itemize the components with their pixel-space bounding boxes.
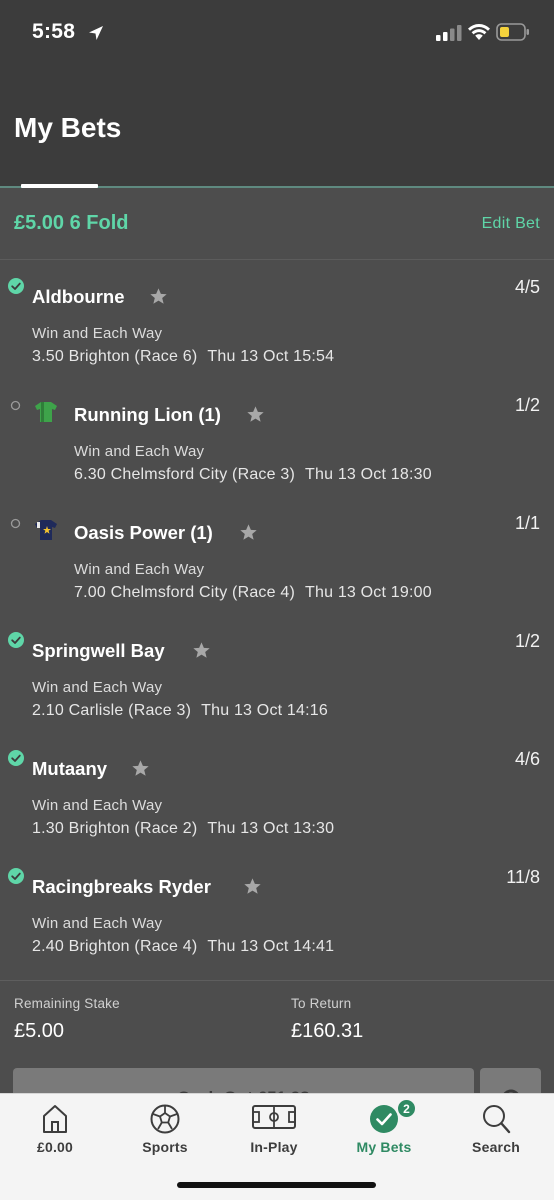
event-name: 2.40 Brighton (Race 4) bbox=[32, 938, 198, 955]
selection-odds: 4/5 bbox=[514, 277, 540, 297]
selection-market: Win and Each Way bbox=[74, 561, 205, 578]
remaining-stake-value: £5.00 bbox=[14, 1020, 65, 1042]
selection-item: Mutaany 4/6 Win and Each Way 1.30 Bright… bbox=[0, 732, 554, 850]
bet-title: £5.00 6 Fold bbox=[14, 212, 129, 234]
selection-event: 1.30 Brighton (Race 2) Thu 13 Oct 13:30 bbox=[32, 820, 334, 838]
event-time: Thu 13 Oct 19:00 bbox=[305, 584, 432, 601]
selection-odds: 11/8 bbox=[506, 867, 540, 887]
green-silk-icon bbox=[35, 402, 57, 422]
selection-odds: 1/1 bbox=[514, 513, 540, 533]
nav-in-play[interactable]: In-Play bbox=[219, 1094, 329, 1164]
nav-label: In-Play bbox=[250, 1139, 298, 1155]
won-check-icon bbox=[8, 278, 24, 294]
pending-circle-icon bbox=[10, 518, 21, 529]
star-icon[interactable] bbox=[131, 759, 150, 778]
nav-sports[interactable]: Sports bbox=[110, 1094, 220, 1164]
selection-market: Win and Each Way bbox=[32, 797, 163, 814]
selection-event: 6.30 Chelmsford City (Race 3) Thu 13 Oct … bbox=[74, 466, 432, 484]
to-return-label: To Return bbox=[291, 996, 352, 1011]
nav-label: My Bets bbox=[356, 1139, 412, 1155]
selection-name: Oasis Power (1) bbox=[74, 522, 213, 543]
selection-odds: 4/6 bbox=[514, 749, 540, 769]
app-header: 5:58 My Bets bbox=[0, 0, 554, 188]
location-arrow-icon bbox=[89, 26, 103, 40]
selection-odds: 1/2 bbox=[514, 395, 540, 415]
edit-bet-button[interactable]: Edit Bet bbox=[482, 215, 540, 233]
won-check-icon bbox=[8, 632, 24, 648]
selection-name: Springwell Bay bbox=[32, 640, 165, 661]
star-icon[interactable] bbox=[149, 287, 168, 306]
bet-header: £5.00 6 Fold Edit Bet bbox=[0, 188, 554, 260]
search-icon bbox=[483, 1105, 511, 1134]
event-time: Thu 13 Oct 15:54 bbox=[207, 348, 335, 365]
home-icon bbox=[43, 1105, 67, 1133]
selection-odds: 1/2 bbox=[514, 631, 540, 651]
summary-divider bbox=[0, 980, 554, 981]
event-name: 2.10 Carlisle (Race 3) bbox=[32, 702, 192, 719]
selection-item: Oasis Power (1) 1/1 Win and Each Way 7.0… bbox=[0, 496, 554, 614]
nav-search[interactable]: Search bbox=[441, 1094, 551, 1164]
signal-icon bbox=[436, 25, 462, 41]
navy-star-silk-icon bbox=[35, 520, 57, 540]
selection-name: Aldbourne bbox=[32, 286, 125, 307]
won-check-icon bbox=[8, 750, 24, 766]
event-time: Thu 13 Oct 14:16 bbox=[201, 702, 328, 719]
home-indicator bbox=[177, 1182, 376, 1188]
event-name: 6.30 Chelmsford City (Race 3) bbox=[74, 466, 295, 483]
nav-my-bets[interactable]: My Bets bbox=[329, 1094, 439, 1164]
selection-event: 3.50 Brighton (Race 6) Thu 13 Oct 15:54 bbox=[32, 348, 334, 366]
selection-name: Racingbreaks Ryder bbox=[32, 876, 211, 897]
wifi-icon bbox=[468, 24, 490, 40]
star-icon[interactable] bbox=[192, 641, 211, 660]
selection-item: Aldbourne 4/5 Win and Each Way 3.50 Brig… bbox=[0, 260, 554, 378]
event-time: Thu 13 Oct 18:30 bbox=[305, 466, 432, 483]
remaining-stake-label: Remaining Stake bbox=[14, 996, 120, 1011]
check-circle-icon bbox=[370, 1105, 398, 1133]
nav-label: Sports bbox=[142, 1139, 188, 1155]
event-name: 3.50 Brighton (Race 6) bbox=[32, 348, 198, 365]
nav-label: £0.00 bbox=[36, 1139, 74, 1155]
selection-item: Running Lion (1) 1/2 Win and Each Way 6.… bbox=[0, 378, 554, 496]
event-name: 7.00 Chelmsford City (Race 4) bbox=[74, 584, 295, 601]
selection-event: 7.00 Chelmsford City (Race 4) Thu 13 Oct … bbox=[74, 584, 432, 602]
status-time: 5:58 bbox=[32, 20, 76, 43]
football-icon bbox=[150, 1104, 180, 1134]
battery-icon bbox=[496, 23, 529, 41]
selection-event: 2.40 Brighton (Race 4) Thu 13 Oct 14:41 bbox=[32, 938, 334, 956]
selection-market: Win and Each Way bbox=[32, 325, 163, 342]
page-title: My Bets bbox=[14, 112, 122, 143]
star-icon[interactable] bbox=[246, 405, 265, 424]
event-time: Thu 13 Oct 14:41 bbox=[207, 938, 335, 955]
event-name: 1.30 Brighton (Race 2) bbox=[32, 820, 198, 837]
selection-name: Mutaany bbox=[32, 758, 108, 779]
selection-market: Win and Each Way bbox=[32, 679, 163, 696]
to-return-value: £160.31 bbox=[291, 1020, 364, 1042]
nav-home[interactable]: £0.00 bbox=[0, 1094, 110, 1164]
selection-item: Springwell Bay 1/2 Win and Each Way 2.10… bbox=[0, 614, 554, 732]
star-icon[interactable] bbox=[243, 877, 262, 896]
my-bets-badge: 2 bbox=[397, 1099, 416, 1118]
won-check-icon bbox=[8, 868, 24, 884]
star-icon[interactable] bbox=[239, 523, 258, 542]
selection-item: Racingbreaks Ryder 11/8 Win and Each Way… bbox=[0, 850, 554, 968]
selection-market: Win and Each Way bbox=[32, 915, 163, 932]
event-time: Thu 13 Oct 13:30 bbox=[207, 820, 335, 837]
nav-label: Search bbox=[472, 1139, 520, 1155]
pitch-icon bbox=[252, 1105, 296, 1129]
status-bar: 5:58 bbox=[0, 0, 554, 70]
selection-event: 2.10 Carlisle (Race 3) Thu 13 Oct 14:16 bbox=[32, 702, 328, 720]
pending-circle-icon bbox=[10, 400, 21, 411]
selection-name: Running Lion (1) bbox=[74, 404, 221, 425]
selection-market: Win and Each Way bbox=[74, 443, 205, 460]
